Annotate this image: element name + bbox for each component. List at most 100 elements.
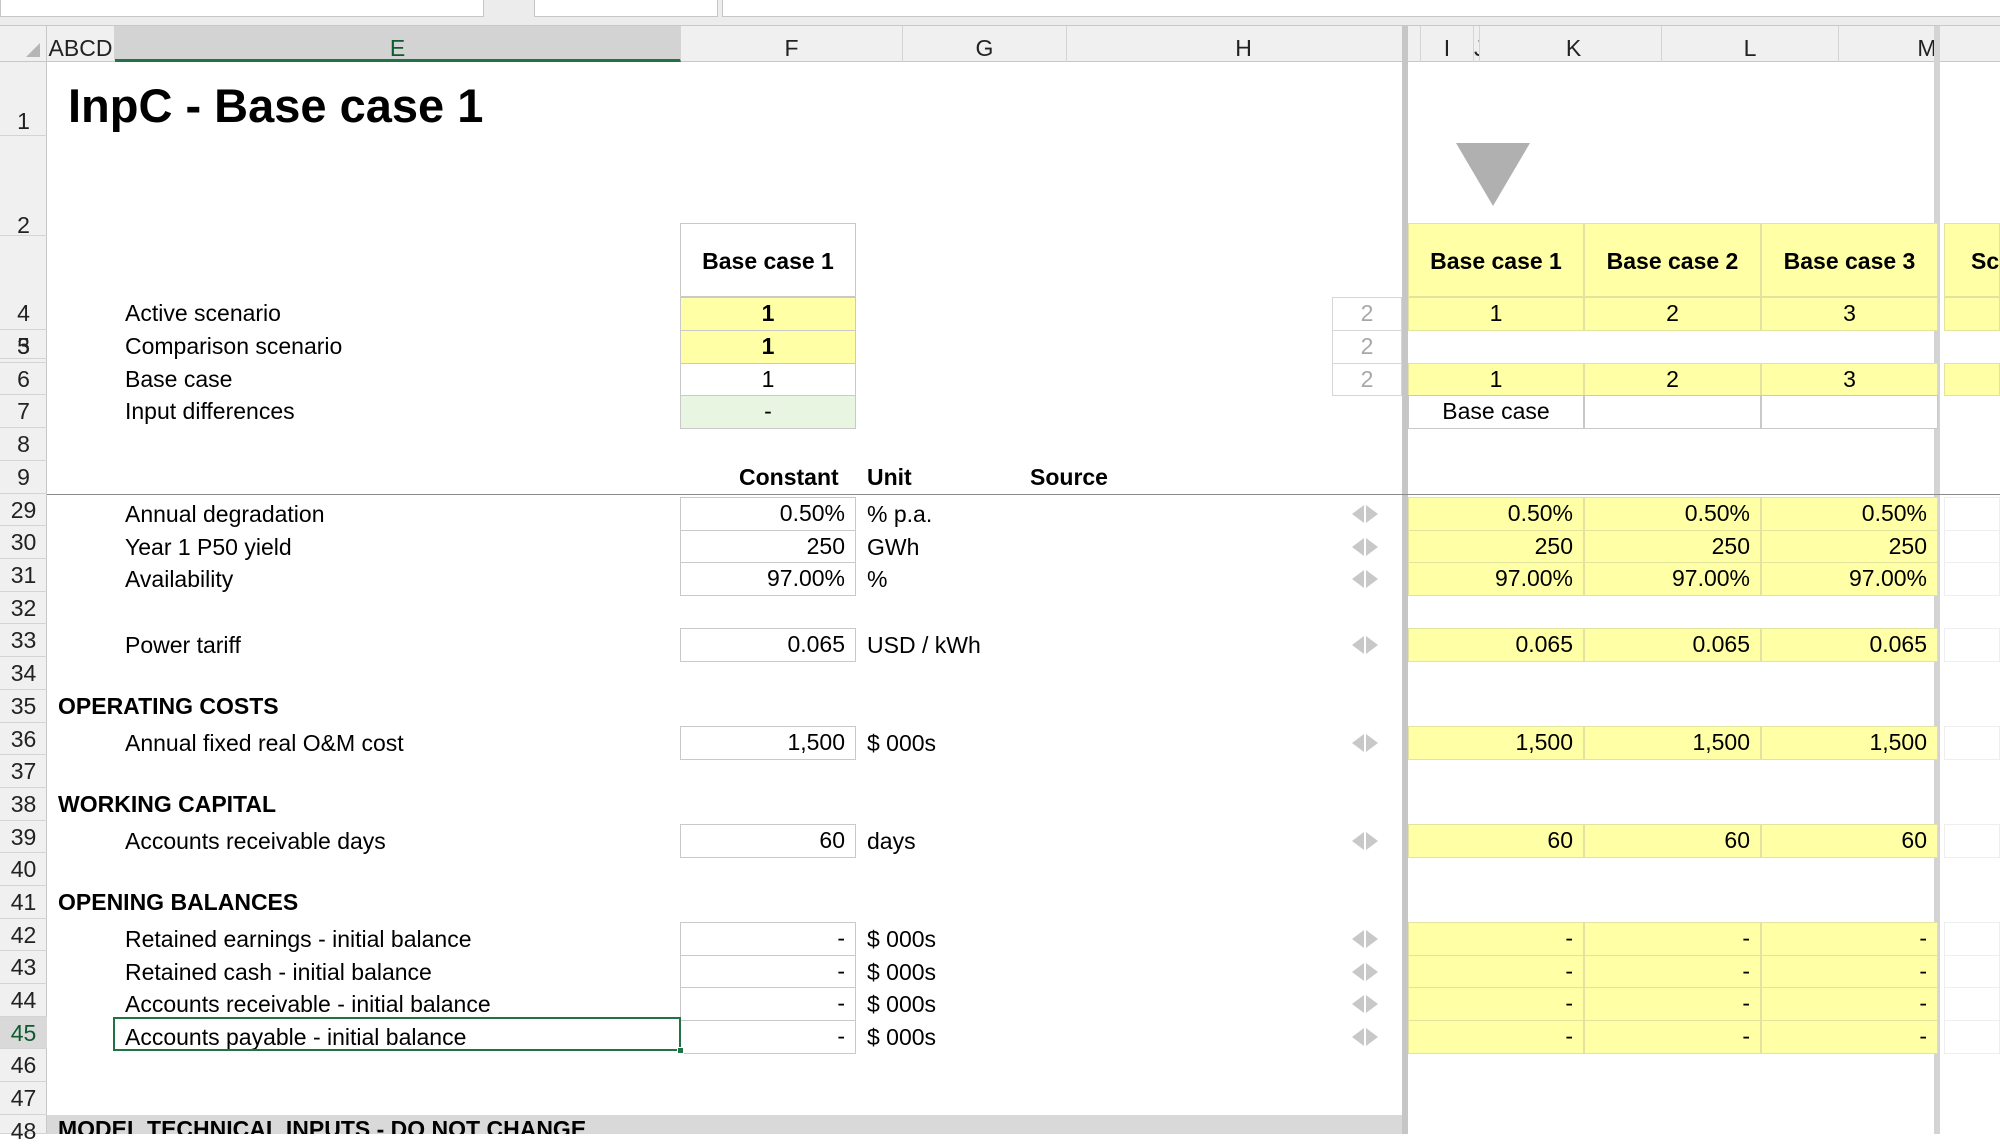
row-header[interactable]: 5	[0, 330, 47, 363]
col-header-j[interactable]: J	[1474, 26, 1480, 62]
scenario-value-cell[interactable]: 0.50%	[1408, 497, 1584, 531]
scenario-value-cell[interactable]: 60	[1408, 824, 1584, 858]
scenario-value-cell[interactable]: -	[1408, 1020, 1584, 1054]
formula-input[interactable]	[722, 0, 2000, 17]
input-differences-value[interactable]: -	[680, 395, 856, 429]
scenario-column-header[interactable]: Base case 3	[1761, 223, 1938, 297]
input-value-cell[interactable]: 1,500	[680, 726, 856, 760]
scenario-value-cell[interactable]: 0.065	[1408, 628, 1584, 662]
name-box[interactable]	[0, 0, 484, 17]
scenario-value-cell[interactable]	[1944, 824, 2000, 858]
row-header[interactable]: 1	[0, 62, 47, 136]
row-header[interactable]: 35	[0, 690, 47, 723]
base-case-number-cell[interactable]: 1	[1408, 363, 1584, 396]
scenario-value-cell[interactable]: -	[1584, 922, 1761, 956]
scenario-value-cell[interactable]	[1944, 987, 2000, 1021]
col-header-k[interactable]: K	[1486, 26, 1662, 62]
active-scenario-input[interactable]: 1	[680, 297, 856, 331]
base-case-number-cell[interactable]: 2	[1584, 363, 1761, 396]
scenario-value-cell[interactable]: 250	[1584, 530, 1761, 564]
scenario-value-cell[interactable]: 1,500	[1408, 726, 1584, 760]
row-header[interactable]: 8	[0, 428, 47, 461]
row-header-selected[interactable]: 45	[0, 1017, 47, 1049]
col-header-abcd[interactable]: ABCD	[47, 26, 115, 62]
scenario-value-cell[interactable]	[1944, 1020, 2000, 1054]
scenario-value-cell[interactable]: -	[1761, 1020, 1938, 1054]
scenario-value-cell[interactable]: 250	[1761, 530, 1938, 564]
input-value-cell[interactable]: 0.065	[680, 628, 856, 662]
base-case-flag-cell[interactable]	[1584, 395, 1761, 429]
scenario-arrows-icon[interactable]	[1345, 956, 1385, 988]
scenario-value-cell[interactable]: -	[1761, 922, 1938, 956]
scenario-value-cell[interactable]: 60	[1584, 824, 1761, 858]
base-case-flag-cell[interactable]	[1761, 395, 1938, 429]
scenario-value-cell[interactable]: 0.065	[1761, 628, 1938, 662]
scenario-value-cell[interactable]: 1,500	[1761, 726, 1938, 760]
scenario-value-cell[interactable]	[1944, 922, 2000, 956]
select-all-corner[interactable]	[0, 26, 47, 62]
row-header[interactable]: 7	[0, 395, 47, 428]
scenario-number-cell[interactable]: 3	[1761, 297, 1938, 331]
scenario-value-cell[interactable]: -	[1408, 987, 1584, 1021]
row-header[interactable]: 46	[0, 1049, 47, 1082]
row-header[interactable]: 40	[0, 853, 47, 886]
scenario-value-cell[interactable]	[1944, 562, 2000, 596]
row-header[interactable]: 6	[0, 363, 47, 395]
scenario-value-cell[interactable]: -	[1761, 955, 1938, 989]
scenario-value-cell[interactable]	[1944, 628, 2000, 662]
scenario-value-cell[interactable]: 250	[1408, 530, 1584, 564]
scenario-value-cell[interactable]: 0.50%	[1761, 497, 1938, 531]
scenario-value-cell[interactable]: -	[1584, 987, 1761, 1021]
input-value-cell[interactable]: 97.00%	[680, 562, 856, 596]
scenario-number-cell[interactable]	[1944, 297, 2000, 331]
row-header[interactable]: 30	[0, 526, 47, 559]
row-header[interactable]: 2	[0, 136, 47, 238]
scenario-value-cell[interactable]: 97.00%	[1584, 562, 1761, 596]
scenario-arrows-icon[interactable]	[1345, 825, 1385, 857]
scenario-value-cell[interactable]: -	[1408, 922, 1584, 956]
comparison-scenario-input[interactable]: 1	[680, 330, 856, 364]
row-header[interactable]: 47	[0, 1082, 47, 1115]
scenario-column-header[interactable]: Base case 1	[1408, 223, 1584, 297]
formula-box-left[interactable]	[534, 0, 718, 17]
scenario-arrows-icon[interactable]	[1345, 531, 1385, 563]
input-value-cell[interactable]: 250	[680, 530, 856, 564]
input-value-cell[interactable]: -	[680, 1020, 856, 1054]
scenario-value-cell[interactable]: -	[1584, 955, 1761, 989]
base-case-number-cell[interactable]: 3	[1761, 363, 1938, 396]
input-value-cell[interactable]: 0.50%	[680, 497, 856, 531]
scenario-number-cell[interactable]: 2	[1584, 297, 1761, 331]
base-case-value[interactable]: 1	[680, 363, 856, 396]
scenario-arrows-icon[interactable]	[1345, 1021, 1385, 1053]
col-header-m[interactable]: M	[1839, 26, 2000, 62]
row-header[interactable]: 4	[0, 297, 47, 330]
col-header-h[interactable]: H	[1067, 26, 1421, 62]
scenario-count-cell[interactable]: 2	[1332, 363, 1402, 396]
scenario-arrows-icon[interactable]	[1345, 727, 1385, 759]
row-header[interactable]: 39	[0, 821, 47, 853]
input-value-cell[interactable]: -	[680, 987, 856, 1021]
row-header[interactable]: 41	[0, 886, 47, 919]
scenario-value-cell[interactable]: 0.065	[1584, 628, 1761, 662]
scenario-count-cell[interactable]: 2	[1332, 330, 1402, 364]
col-header-l[interactable]: L	[1662, 26, 1839, 62]
row-header[interactable]: 32	[0, 592, 47, 624]
row-header[interactable]: 48	[0, 1115, 47, 1144]
row-header[interactable]: 42	[0, 919, 47, 951]
col-header-g[interactable]: G	[903, 26, 1067, 62]
row-header[interactable]: 34	[0, 657, 47, 690]
row-header[interactable]: 37	[0, 755, 47, 788]
scenario-value-cell[interactable]: 1,500	[1584, 726, 1761, 760]
scenario-column-header[interactable]: Base case 2	[1584, 223, 1761, 297]
scenario-value-cell[interactable]: 0.50%	[1584, 497, 1761, 531]
scenario-value-cell[interactable]: 97.00%	[1761, 562, 1938, 596]
scenario-value-cell[interactable]: -	[1408, 955, 1584, 989]
base-case-flag-cell[interactable]: Base case	[1408, 395, 1584, 429]
fill-handle[interactable]	[677, 1047, 684, 1054]
row-header[interactable]: 33	[0, 624, 47, 657]
scenario-arrows-icon[interactable]	[1345, 563, 1385, 595]
col-header-i[interactable]: I	[1421, 26, 1474, 62]
scenario-value-cell[interactable]: 60	[1761, 824, 1938, 858]
input-value-cell[interactable]: -	[680, 955, 856, 989]
row-header[interactable]: 36	[0, 723, 47, 755]
